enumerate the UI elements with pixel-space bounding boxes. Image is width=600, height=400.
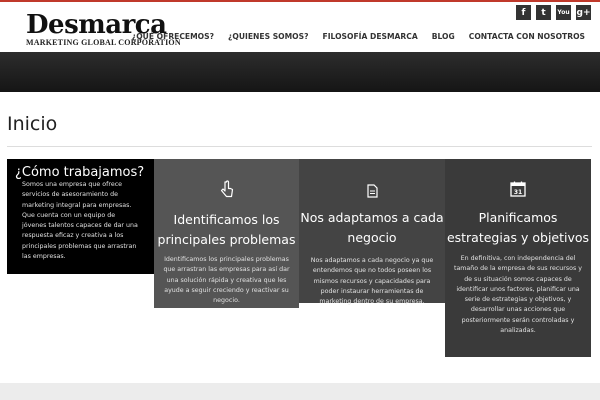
feature-title: Nos adaptamos a cada negocio <box>300 210 444 245</box>
header-banner <box>0 52 600 92</box>
feature-text: Nos adaptamos a cada negocio ya que ente… <box>310 257 434 306</box>
feature-card-adaptamos: Nos adaptamos a cada negocio Nos adaptam… <box>299 159 445 305</box>
calendar-icon: 31 <box>510 181 526 197</box>
facebook-icon[interactable]: f <box>516 5 531 20</box>
social-links: f t You g+ <box>516 5 591 20</box>
document-icon <box>367 184 378 198</box>
main-nav: ¿QUÉ OFRECEMOS? ¿QUIENES SOMOS? FILOSOFÍ… <box>118 32 585 41</box>
youtube-icon[interactable]: You <box>556 5 571 20</box>
intro-box: ¿Cómo trabajamos? Somos una empresa que … <box>7 159 154 274</box>
googleplus-icon[interactable]: g+ <box>576 5 591 20</box>
feature-title: Identificamos los principales problemas <box>157 212 296 247</box>
feature-card-identificamos: Identificamos los principales problemas … <box>154 159 299 308</box>
intro-title: ¿Cómo trabajamos? <box>15 165 145 180</box>
nav-item-que-ofrecemos[interactable]: ¿QUÉ OFRECEMOS? <box>132 32 214 41</box>
nav-item-filosofia[interactable]: FILOSOFÍA DESMARCA <box>323 32 418 41</box>
calendar-day: 31 <box>514 189 522 196</box>
feature-text: Identificamos los principales problemas … <box>163 256 290 305</box>
feature-text: En definitiva, con independencia del tam… <box>453 255 583 335</box>
logo[interactable]: Desmarca Marketing Global Corporation <box>26 12 181 47</box>
feature-title: Planificamos estrategias y objetivos <box>446 210 590 245</box>
twitter-icon[interactable]: t <box>536 5 551 20</box>
nav-item-contacta[interactable]: CONTACTA CON NOSOTROS <box>469 32 585 41</box>
nav-item-blog[interactable]: BLOG <box>432 32 455 41</box>
intro-text: Somos una empresa que ofrece servicios d… <box>22 181 138 261</box>
feature-card-planificamos: 31 Planificamos estrategias y objetivos … <box>445 159 591 357</box>
hand-pointer-icon <box>220 180 233 198</box>
footer-strip <box>0 383 600 400</box>
page-title: Inicio <box>7 113 58 135</box>
title-divider <box>7 146 592 147</box>
nav-item-quienes-somos[interactable]: ¿QUIENES SOMOS? <box>228 32 309 41</box>
site-header: Desmarca Marketing Global Corporation f … <box>0 2 600 52</box>
